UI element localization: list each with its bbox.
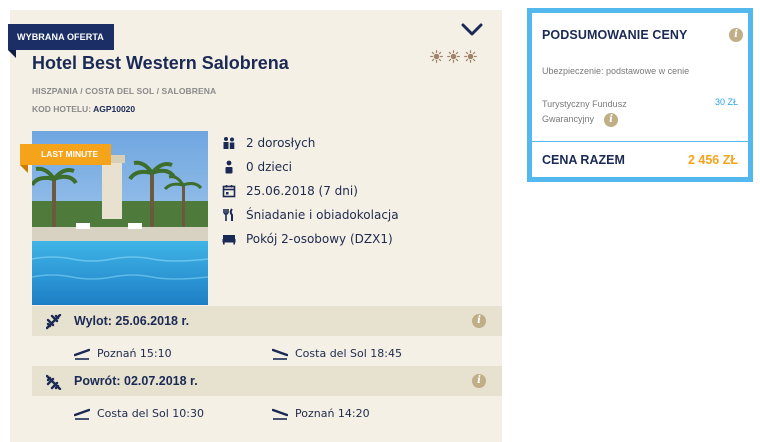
detail-board: Śniadanie i obiadokolacja	[222, 203, 399, 227]
info-icon[interactable]: i	[472, 374, 486, 388]
price-summary: PODSUMOWANIE CENY i Ubezpieczenie: podst…	[527, 8, 753, 182]
takeoff-icon	[74, 348, 90, 360]
hotel-rating	[430, 50, 477, 63]
outbound-flight-header: Wylot: 25.06.2018 r. i	[32, 306, 502, 336]
sun-rating-icon	[464, 50, 477, 63]
calendar-icon	[222, 184, 236, 198]
chevron-down-icon[interactable]	[461, 22, 483, 38]
detail-children: 0 dzieci	[222, 155, 399, 179]
offer-card: WYBRANA OFERTA Hotel Best Western Salobr…	[8, 10, 502, 442]
people-icon	[222, 136, 236, 150]
info-icon[interactable]: i	[729, 28, 743, 42]
detail-adults: 2 dorosłych	[222, 131, 399, 155]
outbound-title: Wylot: 25.06.2018 r.	[74, 314, 190, 328]
detail-adults-text: 2 dorosłych	[246, 136, 316, 150]
detail-children-text: 0 dzieci	[246, 160, 293, 174]
plane-icon	[46, 374, 62, 390]
cutlery-icon	[222, 208, 236, 222]
person-icon	[222, 160, 236, 174]
offer-details: 2 dorosłych 0 dzieci 25.06.2018 (7 dni) …	[222, 131, 399, 251]
outbound-departure-text: Poznań 15:10	[97, 347, 172, 360]
guarantee-fund-label: Turystyczny Fundusz Gwarancyjny	[542, 99, 627, 124]
outbound-arrival: Costa del Sol 18:45	[272, 347, 402, 360]
outbound-departure: Poznań 15:10	[74, 347, 172, 360]
guarantee-fund-value: 30 ZŁ	[714, 97, 738, 107]
plane-icon	[46, 314, 62, 330]
summary-divider	[532, 141, 748, 142]
detail-date: 25.06.2018 (7 dni)	[222, 179, 399, 203]
detail-board-text: Śniadanie i obiadokolacja	[246, 208, 399, 222]
bed-icon	[222, 232, 236, 246]
last-minute-badge: LAST MINUTE	[20, 144, 112, 165]
takeoff-icon	[74, 408, 90, 420]
hotel-code: KOD HOTELU: AGP10020	[32, 104, 135, 114]
outbound-arrival-text: Costa del Sol 18:45	[295, 347, 402, 360]
summary-title: PODSUMOWANIE CENY	[542, 28, 688, 42]
badge-fold	[20, 165, 28, 173]
hotel-code-value: AGP10020	[93, 104, 136, 114]
sun-rating-icon	[447, 50, 460, 63]
landing-icon	[272, 348, 288, 360]
return-departure: Costa del Sol 10:30	[74, 407, 204, 420]
ribbon-fold	[8, 50, 16, 58]
landing-icon	[272, 408, 288, 420]
sun-rating-icon	[430, 50, 443, 63]
return-flight-header: Powrót: 02.07.2018 r. i	[32, 366, 502, 396]
detail-date-text: 25.06.2018 (7 dni)	[246, 184, 358, 198]
hotel-location: HISZPANIA / COSTA DEL SOL / SALOBRENA	[32, 86, 217, 96]
detail-room: Pokój 2-osobowy (DZX1)	[222, 227, 399, 251]
return-departure-text: Costa del Sol 10:30	[97, 407, 204, 420]
hotel-name: Hotel Best Western Salobrena	[32, 53, 289, 73]
info-icon[interactable]: i	[604, 113, 618, 127]
return-arrival-text: Poznań 14:20	[295, 407, 370, 420]
return-title: Powrót: 02.07.2018 r.	[74, 374, 198, 388]
detail-room-text: Pokój 2-osobowy (DZX1)	[246, 232, 393, 246]
hotel-code-label: KOD HOTELU:	[32, 104, 92, 114]
total-price-label: CENA RAZEM	[542, 153, 625, 167]
info-icon[interactable]: i	[472, 314, 486, 328]
total-price-value: 2 456 ZŁ	[687, 153, 738, 167]
return-arrival: Poznań 14:20	[272, 407, 370, 420]
selected-offer-ribbon: WYBRANA OFERTA	[8, 24, 114, 50]
insurance-label: Ubezpieczenie: podstawowe w cenie	[542, 66, 690, 76]
